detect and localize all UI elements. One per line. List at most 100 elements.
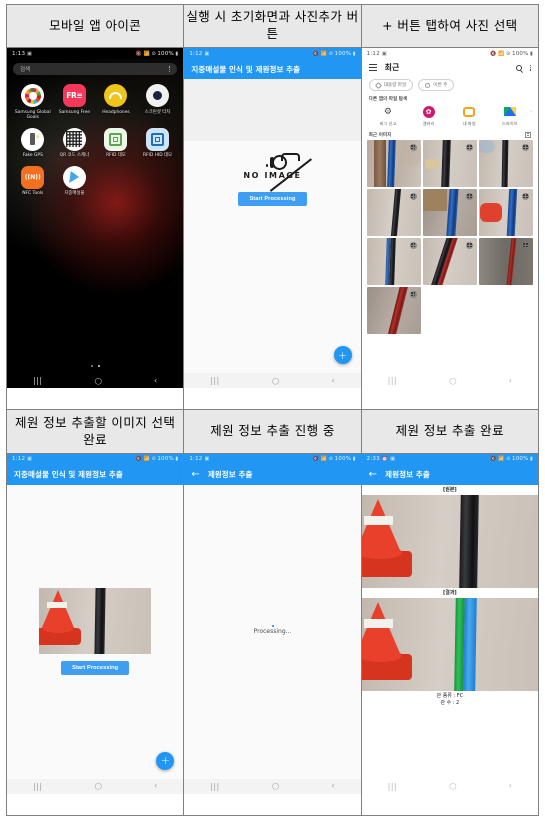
thumbnail-select-icon[interactable] [409,241,417,249]
app-samsung-global-goals[interactable]: Samsung Global Goals [12,84,54,121]
app-label: 지중매설물 [64,191,85,197]
mute-icon: 🔇 [135,456,143,463]
back-button[interactable]: ‹ [331,376,334,385]
hamburger-menu-icon[interactable] [368,64,377,72]
thumbnail-item[interactable] [366,139,421,187]
mute-icon: 🔇 [490,456,497,463]
home-button[interactable]: ◯ [449,378,456,385]
app-rfid-hid-demo[interactable]: RFID HID 데모 [137,127,179,159]
app-bar-result: ← 제원정보 추출 [361,464,538,485]
screenshot-processing: 1:12 ▣ 🔇 📶 ⊘ 100% ▮ ← 제원정보 추출 Processing… [183,452,362,817]
screenshot-file-picker: 1:12 ▣ 🔇 📶 ⊘ 100% ▮ 최근 대용량 파일 이번 주 다른 앱의… [360,47,540,411]
thumbnail-select-icon[interactable] [521,241,529,249]
thumbnail-select-icon[interactable] [465,241,473,249]
thumbnail-select-icon[interactable] [521,192,529,200]
thumbnail-select-icon[interactable] [409,290,417,298]
start-processing-button[interactable]: Start Processing [238,192,307,207]
search-icon[interactable] [515,64,522,71]
back-arrow-icon[interactable]: ← [369,469,377,480]
search-placeholder: 검색 [20,67,31,74]
back-button[interactable]: ‹ [331,782,334,790]
top-placeholder-area [184,79,361,142]
picker-app-gallery[interactable]: ✿ 갤러리 [408,105,449,127]
thumbnail-select-icon[interactable] [409,143,417,151]
thumbnail-select-icon[interactable] [409,192,417,200]
back-arrow-icon[interactable]: ← [191,469,199,480]
app-home-content: NO IMAGE Start Processing + [184,79,361,374]
app-screenshot-touch[interactable]: 스크린샷 터치 [137,84,179,121]
recents-button[interactable]: ||| [210,377,219,385]
battery-icon: ▮ [175,456,179,463]
screenshot-result: 2:33 ⏰ ▣ 🔇 📶 ⊘ 100% ▮ ← 제원정보 추출 [원본] [결과… [360,452,540,817]
dnd-icon: ⊘ [328,456,334,463]
app-rfid-demo[interactable]: RFID 데모 [95,127,137,159]
recents-button[interactable]: ||| [33,377,42,385]
camera-status-icon: ▣ [27,456,33,463]
caption-select-photo: + 버튼 탭하여 사진 선택 [360,3,540,49]
app-qr-scanner[interactable]: QR 코드 스캐너 [54,127,96,159]
battery-icon: ▮ [530,456,533,463]
picker-toolbar: 최근 [362,59,538,76]
home-button[interactable]: ◯ [449,783,456,790]
thumbnail-select-icon[interactable] [465,192,473,200]
caption-row-2: 제원 정보 추출할 이미지 선택 완료 제원 정보 추출 진행 중 제원 정보 … [5,409,540,454]
home-button[interactable]: ◯ [272,378,279,385]
picker-app-my-files[interactable]: 내 파일 [449,105,490,127]
app-jijung-maeseolmul[interactable]: 지중매설물 [54,165,96,197]
home-button[interactable]: ◯ [95,378,102,385]
app-bar-title: 제원정보 추출 [385,470,430,480]
grid-view-toggle-icon[interactable] [525,131,531,138]
thumbnail-item[interactable] [422,139,477,187]
picker-app-bug-report[interactable]: ⚙ 버그 신고 [368,105,409,127]
recents-button[interactable]: ||| [388,783,397,791]
thumbnail-item[interactable] [422,188,477,236]
app-samsung-free[interactable]: FR≡ Samsung Free [54,84,96,121]
overflow-menu-icon[interactable] [168,66,171,73]
thumbnail-item[interactable] [366,188,421,236]
recents-button[interactable]: ||| [33,783,42,791]
app-nfc-tools[interactable]: ((N)) NFC Tools [12,165,54,197]
home-button[interactable]: ◯ [272,783,279,790]
status-time: 1:13 [12,50,26,57]
browse-section-title: 다른 앱의 파일 탐색 [368,97,408,103]
home-button[interactable]: ◯ [95,783,102,790]
recents-button[interactable]: ||| [388,377,397,385]
thumbnail-item[interactable] [478,139,533,187]
back-button[interactable]: ‹ [509,376,512,385]
selected-photo[interactable] [39,588,152,655]
chip-this-week[interactable]: 이번 주 [418,79,455,92]
caption-image-selected: 제원 정보 추출할 이미지 선택 완료 [5,409,185,454]
overflow-menu-icon[interactable] [529,64,531,71]
app-label: Samsung Global Goals [14,109,51,121]
back-button[interactable]: ‹ [509,782,512,790]
camera-status-icon: ▣ [204,50,210,57]
chevron-right-icon[interactable]: › [530,109,532,123]
back-button[interactable]: ‹ [154,376,157,385]
picker-title: 최근 [384,63,400,73]
add-photo-fab[interactable]: + [333,346,352,365]
filter-chips: 대용량 파일 이번 주 [362,76,538,92]
dnd-icon: ⊘ [506,456,511,463]
search-input[interactable]: 검색 [13,63,178,76]
picker-app-label: 내 파일 [462,120,476,126]
thumbnail-select-icon[interactable] [465,143,473,151]
start-processing-button[interactable]: Start Processing [61,661,130,676]
app-fake-gps[interactable]: ⚡ Fake GPS [12,127,54,159]
thumbnail-item[interactable] [422,237,477,285]
add-photo-fab[interactable]: + [156,751,175,770]
thumbnail-item[interactable] [366,237,421,285]
thumbnail-item[interactable] [366,286,421,334]
chip-large-files[interactable]: 대용량 파일 [368,79,414,92]
picker-app-drive[interactable]: 드라이브 [489,105,530,127]
recents-button[interactable]: ||| [210,783,219,791]
back-button[interactable]: ‹ [154,782,157,790]
rfid-demo-icon [104,127,128,151]
thumbnail-item[interactable] [478,237,533,285]
browse-app-row: ⚙ 버그 신고 ✿ 갤러리 내 파일 드라이브 › [362,102,538,127]
app-headphones[interactable]: Headphones [95,84,137,121]
thumbnail-select-icon[interactable] [521,143,529,151]
gallery-icon: ✿ [422,105,435,118]
app-label: Headphones [102,109,130,115]
progress-dot-icon [272,625,275,628]
thumbnail-item[interactable] [478,188,533,236]
